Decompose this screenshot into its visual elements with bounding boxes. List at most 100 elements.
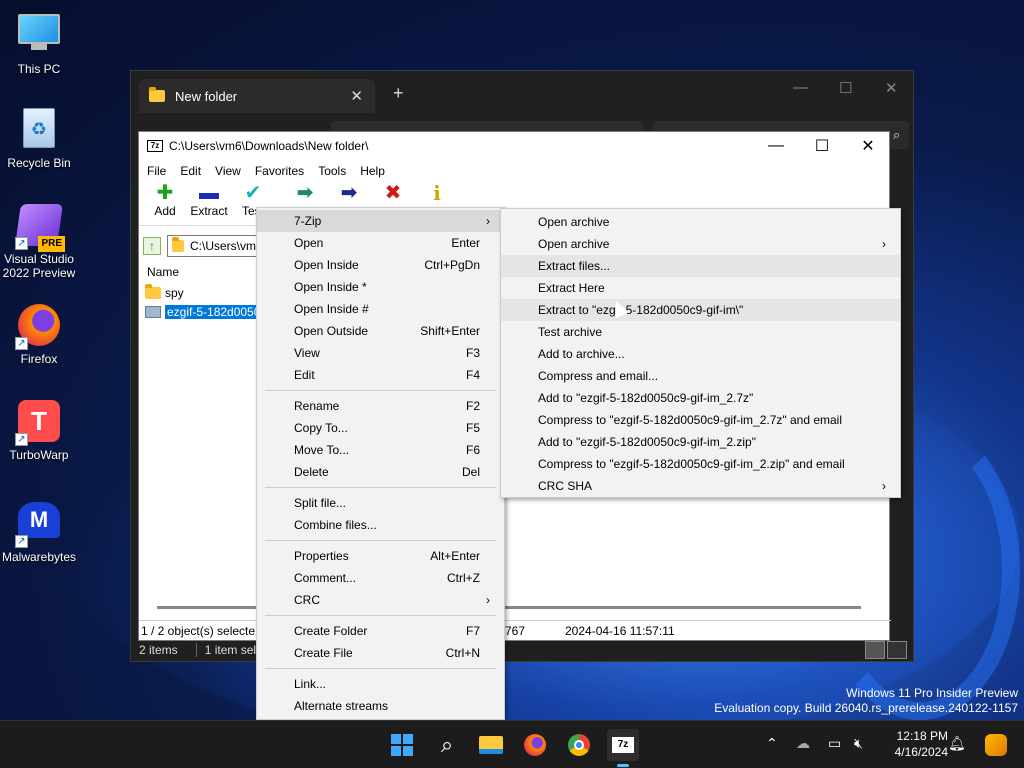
menu-item-comment[interactable]: Comment... Ctrl+Z bbox=[257, 567, 504, 589]
desktop-icon-malwarebytes[interactable]: M ↗ Malwarebytes bbox=[0, 498, 78, 564]
7zip-taskbar-button[interactable]: 7z bbox=[607, 729, 639, 767]
item-count: 2 items bbox=[139, 643, 178, 657]
network-icon[interactable]: ▭ bbox=[828, 735, 841, 752]
menu-item-link[interactable]: Link... bbox=[257, 673, 504, 695]
chevron-up-icon[interactable]: ⌃ bbox=[766, 735, 778, 752]
address-input[interactable]: C:\Users\vm bbox=[167, 235, 257, 257]
column-header-name[interactable]: Name bbox=[139, 262, 257, 282]
desktop-icon-visual-studio[interactable]: PRE ↗ Visual Studio 2022 Preview bbox=[0, 204, 78, 280]
visual-studio-icon: PRE ↗ bbox=[15, 204, 65, 252]
maximize-button[interactable]: ☐ bbox=[839, 79, 852, 97]
list-item-selected[interactable]: ezgif-5-182d0050c bbox=[145, 303, 269, 321]
menu-item-open[interactable]: Open Enter bbox=[257, 232, 504, 254]
volume-muted-icon[interactable]: 🔇︎ bbox=[854, 735, 863, 752]
menu-item-rename[interactable]: Rename F2 bbox=[257, 395, 504, 417]
copilot-button[interactable] bbox=[980, 729, 1012, 761]
menu-item-split-file[interactable]: Split file... bbox=[257, 492, 504, 514]
submenu-add-to-7z[interactable]: Add to "ezgif-5-182d0050c9-gif-im_2.7z" bbox=[501, 387, 900, 409]
start-icon bbox=[391, 734, 413, 756]
folder-icon bbox=[145, 284, 161, 299]
menu-item-properties[interactable]: Properties Alt+Enter bbox=[257, 545, 504, 567]
submenu-add-to-zip[interactable]: Add to "ezgif-5-182d0050c9-gif-im_2.zip" bbox=[501, 431, 900, 453]
search-icon[interactable]: ⌕ bbox=[893, 127, 900, 143]
menu-item-delete[interactable]: Delete Del bbox=[257, 461, 504, 483]
desktop-icon-recycle-bin[interactable]: ♻ Recycle Bin bbox=[0, 106, 78, 170]
menu-item-edit[interactable]: Edit F4 bbox=[257, 364, 504, 386]
chrome-button[interactable] bbox=[563, 729, 595, 761]
menu-item-shortcut: F2 bbox=[465, 399, 480, 413]
menu-item-label: Properties bbox=[294, 549, 349, 563]
maximize-button[interactable]: ☐ bbox=[799, 132, 845, 160]
view-toggle[interactable] bbox=[865, 641, 907, 659]
menu-item-label: Delete bbox=[294, 465, 329, 479]
menu-item-alternate-streams[interactable]: Alternate streams bbox=[257, 695, 504, 717]
submenu-compress-zip-email[interactable]: Compress to "ezgif-5-182d0050c9-gif-im_2… bbox=[501, 453, 900, 475]
menu-separator bbox=[257, 386, 504, 395]
system-clock[interactable]: 12:18 PM 4/16/2024 bbox=[895, 728, 948, 760]
menu-favorites[interactable]: Favorites bbox=[255, 164, 304, 178]
submenu-add-to-archive[interactable]: Add to archive... bbox=[501, 343, 900, 365]
new-tab-button[interactable]: + bbox=[393, 83, 404, 104]
menu-item-shortcut: Ctrl+PgDn bbox=[424, 258, 480, 272]
info-icon: i bbox=[433, 181, 441, 205]
folder-up-icon[interactable]: ↑ bbox=[143, 237, 161, 255]
submenu-crc-sha[interactable]: CRC SHA › bbox=[501, 475, 900, 497]
submenu-compress-and-email[interactable]: Compress and email... bbox=[501, 365, 900, 387]
menu-item-open-inside-hash[interactable]: Open Inside # bbox=[257, 298, 504, 320]
menu-item-create-folder[interactable]: Create Folder F7 bbox=[257, 620, 504, 642]
menu-item-label: Open Inside * bbox=[294, 280, 367, 294]
menu-item-copy-to[interactable]: Copy To... F5 bbox=[257, 417, 504, 439]
notification-bell-icon[interactable]: 🔔︎ bbox=[948, 735, 966, 752]
menu-item-open-outside[interactable]: Open Outside Shift+Enter bbox=[257, 320, 504, 342]
menu-item-combine-files[interactable]: Combine files... bbox=[257, 514, 504, 536]
close-button[interactable]: ✕ bbox=[845, 132, 891, 160]
menu-edit[interactable]: Edit bbox=[180, 164, 201, 178]
submenu-extract-here[interactable]: Extract Here bbox=[501, 277, 900, 299]
7zip-logo-icon: 7z bbox=[147, 140, 163, 152]
onedrive-icon[interactable]: ☁ bbox=[796, 735, 810, 752]
desktop-icon-firefox[interactable]: ↗ Firefox bbox=[0, 304, 78, 366]
submenu-open-archive[interactable]: Open archive bbox=[501, 211, 900, 233]
firefox-button[interactable] bbox=[519, 729, 551, 761]
submenu-test-archive[interactable]: Test archive bbox=[501, 321, 900, 343]
menu-file[interactable]: File bbox=[147, 164, 166, 178]
submenu-extract-to-folder[interactable]: Extract to "ezgif-5-182d0050c9-gif-im\" bbox=[501, 299, 900, 321]
menu-item-crc[interactable]: CRC › bbox=[257, 589, 504, 611]
file-explorer-button[interactable] bbox=[475, 729, 507, 761]
menu-item-move-to[interactable]: Move To... F6 bbox=[257, 439, 504, 461]
desktop-icon-turbowarp[interactable]: T ↗ TurboWarp bbox=[0, 400, 78, 462]
turbowarp-icon: T ↗ bbox=[15, 400, 61, 446]
desktop-icon-this-pc[interactable]: This PC bbox=[0, 10, 78, 76]
menu-item-label: CRC bbox=[294, 593, 320, 607]
menu-item-open-inside-star[interactable]: Open Inside * bbox=[257, 276, 504, 298]
shortcut-arrow-icon: ↗ bbox=[15, 237, 28, 250]
modified-status: 2024-04-16 11:57:11 bbox=[565, 624, 675, 638]
close-button[interactable]: ✕ bbox=[885, 79, 898, 97]
menu-help[interactable]: Help bbox=[360, 164, 385, 178]
desktop-icon-label: Recycle Bin bbox=[7, 156, 71, 170]
submenu-open-archive-more[interactable]: Open archive › bbox=[501, 233, 900, 255]
explorer-tab[interactable]: New folder ✕ bbox=[139, 79, 375, 113]
menu-view[interactable]: View bbox=[215, 164, 241, 178]
menu-item-view[interactable]: View F3 bbox=[257, 342, 504, 364]
list-item[interactable]: spy bbox=[145, 284, 184, 302]
menu-tools[interactable]: Tools bbox=[318, 164, 346, 178]
extract-button[interactable]: ▬ Extract bbox=[190, 182, 227, 225]
menu-item-label: Extract to "ezgif-5-182d0050c9-gif-im\" bbox=[538, 303, 744, 317]
menu-item-create-file[interactable]: Create File Ctrl+N bbox=[257, 642, 504, 664]
minimize-button[interactable]: — bbox=[793, 79, 808, 96]
search-button[interactable]: ⌕ bbox=[431, 729, 463, 761]
add-button[interactable]: ✚ Add bbox=[147, 182, 183, 225]
tiles-view-icon[interactable] bbox=[887, 641, 907, 659]
menu-item-label: Compress and email... bbox=[538, 369, 659, 383]
submenu-compress-7z-email[interactable]: Compress to "ezgif-5-182d0050c9-gif-im_2… bbox=[501, 409, 900, 431]
menu-item-open-inside[interactable]: Open Inside Ctrl+PgDn bbox=[257, 254, 504, 276]
submenu-extract-files[interactable]: Extract files... bbox=[501, 255, 900, 277]
minimize-button[interactable]: — bbox=[753, 132, 799, 160]
details-view-icon[interactable] bbox=[865, 641, 885, 659]
menu-item-label: Test archive bbox=[538, 325, 603, 339]
menu-item-7zip[interactable]: 7-Zip › bbox=[257, 210, 504, 232]
close-tab-icon[interactable]: ✕ bbox=[350, 87, 363, 105]
watermark-line2: Evaluation copy. Build 26040.rs_prerelea… bbox=[714, 701, 1018, 715]
start-button[interactable] bbox=[386, 729, 418, 761]
